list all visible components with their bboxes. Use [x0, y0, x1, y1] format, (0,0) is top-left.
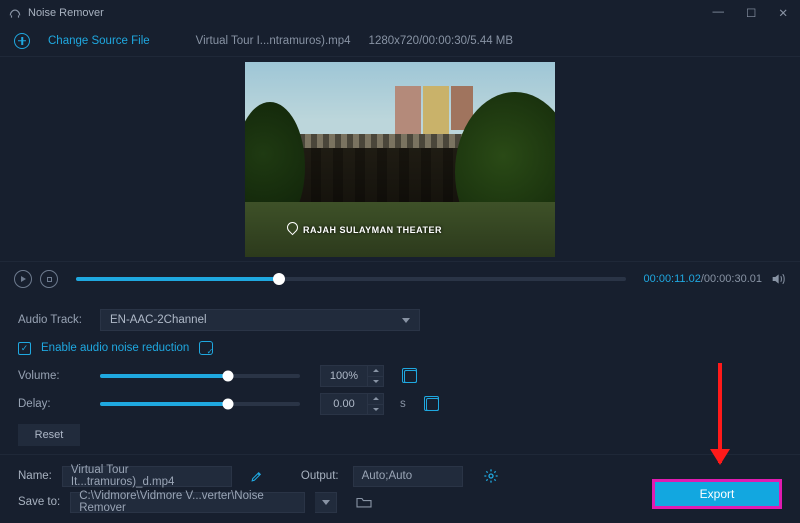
- speaker-icon[interactable]: [770, 271, 786, 287]
- preview-panel: RAJAH SULAYMAN THEATER: [0, 57, 800, 262]
- source-bar: Change Source File Virtual Tour I...ntra…: [0, 25, 800, 57]
- saveto-field[interactable]: C:\Vidmore\Vidmore V...verter\Noise Remo…: [70, 492, 305, 513]
- saveto-label: Save to:: [18, 496, 60, 508]
- noise-reduction-icon[interactable]: [199, 341, 213, 355]
- title-bar: Noise Remover — ☐ ✕: [0, 0, 800, 25]
- noise-reduction-checkbox[interactable]: [18, 342, 31, 355]
- current-time: 00:00:11.02: [644, 273, 701, 285]
- volume-label: Volume:: [18, 370, 90, 382]
- minimize-button[interactable]: —: [709, 4, 729, 22]
- audio-track-value: EN-AAC-2Channel: [110, 314, 207, 326]
- maximize-button[interactable]: ☐: [742, 4, 760, 22]
- audio-track-label: Audio Track:: [18, 314, 90, 326]
- volume-field[interactable]: [320, 365, 368, 387]
- output-format-label: Output:: [301, 470, 339, 482]
- total-time: /00:00:30.01: [701, 273, 762, 285]
- volume-slider[interactable]: [100, 374, 300, 378]
- preview-caption: RAJAH SULAYMAN THEATER: [303, 225, 442, 235]
- volume-stepper[interactable]: [368, 365, 384, 387]
- output-settings-icon[interactable]: [483, 468, 499, 484]
- output-format-field[interactable]: Auto;Auto: [353, 466, 463, 487]
- seek-slider[interactable]: [76, 277, 626, 281]
- delay-slider[interactable]: [100, 402, 300, 406]
- volume-apply-all-icon[interactable]: [404, 370, 417, 383]
- export-button[interactable]: Export: [652, 479, 782, 509]
- delay-unit: s: [400, 398, 406, 410]
- noise-remover-window: Noise Remover — ☐ ✕ Change Source File V…: [0, 0, 800, 523]
- source-metadata: 1280x720/00:00:30/5.44 MB: [369, 35, 514, 47]
- output-name-field[interactable]: Virtual Tour It...tramuros)_d.mp4: [62, 466, 232, 487]
- close-button[interactable]: ✕: [774, 4, 792, 22]
- playback-controls: 00:00:11.02/00:00:30.01: [0, 262, 800, 296]
- open-folder-icon[interactable]: [355, 495, 373, 509]
- delay-apply-all-icon[interactable]: [426, 398, 439, 411]
- delay-label: Delay:: [18, 398, 90, 410]
- edit-name-icon[interactable]: [250, 470, 263, 483]
- audio-controls-panel: Audio Track: EN-AAC-2Channel Enable audi…: [0, 296, 800, 454]
- playback-time: 00:00:11.02/00:00:30.01: [644, 273, 762, 285]
- video-preview[interactable]: RAJAH SULAYMAN THEATER: [245, 62, 555, 257]
- change-source-link[interactable]: Change Source File: [48, 35, 150, 47]
- reset-button[interactable]: Reset: [18, 424, 80, 446]
- delay-stepper[interactable]: [368, 393, 384, 415]
- name-label: Name:: [18, 470, 52, 482]
- stop-button[interactable]: [40, 270, 58, 288]
- audio-track-select[interactable]: EN-AAC-2Channel: [100, 309, 420, 331]
- saveto-dropdown-button[interactable]: [315, 492, 337, 513]
- source-filename: Virtual Tour I...ntramuros).mp4: [196, 35, 351, 47]
- chevron-down-icon: [402, 318, 410, 323]
- delay-field[interactable]: [320, 393, 368, 415]
- app-logo-icon: [8, 6, 22, 20]
- add-source-icon[interactable]: [14, 33, 30, 49]
- annotation-arrow: [718, 363, 722, 463]
- app-title: Noise Remover: [28, 7, 104, 19]
- play-button[interactable]: [14, 270, 32, 288]
- noise-reduction-label: Enable audio noise reduction: [41, 342, 189, 354]
